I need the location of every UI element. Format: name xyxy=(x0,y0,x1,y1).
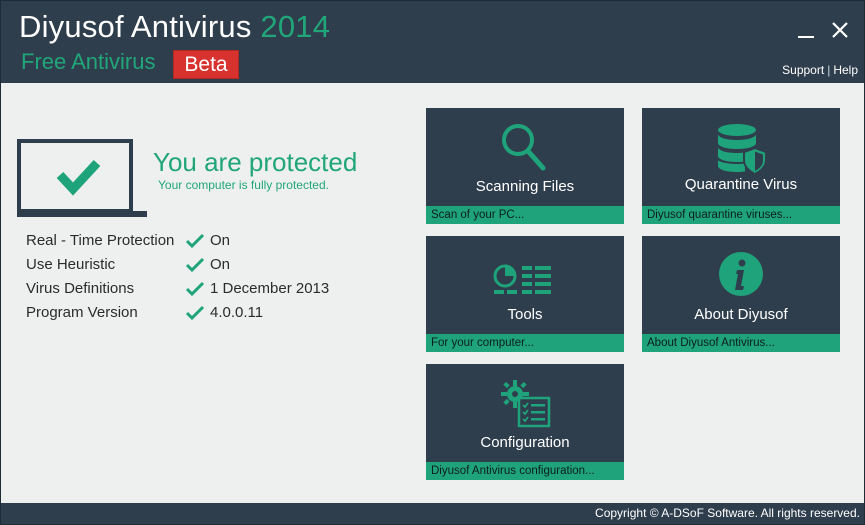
magnifier-icon xyxy=(502,124,546,171)
check-icon xyxy=(185,257,205,273)
tile-label: Scanning Files xyxy=(475,178,575,195)
check-icon xyxy=(185,305,205,321)
check-icon xyxy=(185,233,205,249)
tile-description: Diyusof Antivirus configuration... xyxy=(426,462,624,480)
info-row-heuristic: Use Heuristic On xyxy=(26,256,356,278)
tile-tools[interactable]: Tools For your computer... xyxy=(426,236,624,352)
database-shield-icon xyxy=(718,124,767,176)
link-separator: | xyxy=(827,63,831,77)
info-value: 1 December 2013 xyxy=(210,280,330,297)
info-row-realtime: Real - Time Protection On xyxy=(26,232,356,254)
copyright-text: Copyright © A-DSoF Software. All rights … xyxy=(595,506,860,520)
app-name: Diyusof Antivirus xyxy=(19,9,252,44)
footer-bar: Copyright © A-DSoF Software. All rights … xyxy=(1,503,864,524)
info-icon xyxy=(719,252,763,296)
header-links: Support | Help xyxy=(782,63,858,77)
tile-description: Diyusof quarantine viruses... xyxy=(642,206,840,224)
tile-label: About Diyusof xyxy=(694,306,788,323)
tile-description: For your computer... xyxy=(426,334,624,352)
tile-label: Tools xyxy=(507,306,543,323)
tile-about-diyusof[interactable]: About Diyusof About Diyusof Antivirus... xyxy=(642,236,840,352)
check-icon xyxy=(185,281,205,297)
info-value: 4.0.0.11 xyxy=(210,304,264,321)
tile-quarantine-virus[interactable]: Quarantine Virus Diyusof quarantine viru… xyxy=(642,108,840,224)
close-button[interactable] xyxy=(825,15,855,45)
laptop-check-icon xyxy=(17,139,147,217)
minimize-icon xyxy=(798,36,814,38)
info-row-definitions: Virus Definitions 1 December 2013 xyxy=(26,280,356,302)
app-window: Diyusof Antivirus 2014 Free Antivirus Be… xyxy=(0,0,865,525)
support-link[interactable]: Support xyxy=(782,63,824,77)
info-value: On xyxy=(210,256,231,273)
tile-description: About Diyusof Antivirus... xyxy=(642,334,840,352)
status-title: You are protected xyxy=(153,147,358,177)
info-label: Virus Definitions xyxy=(26,280,135,297)
minimize-button[interactable] xyxy=(791,15,821,45)
tile-label: Quarantine Virus xyxy=(684,176,798,193)
gear-checklist-icon xyxy=(501,380,551,428)
tile-configuration[interactable]: Configuration Diyusof Antivirus configur… xyxy=(426,364,624,480)
title-bar: Diyusof Antivirus 2014 Free Antivirus Be… xyxy=(1,1,864,83)
app-title: Diyusof Antivirus 2014 xyxy=(19,9,330,45)
info-label: Real - Time Protection xyxy=(26,232,175,249)
tile-description: Scan of your PC... xyxy=(426,206,624,224)
info-label: Use Heuristic xyxy=(26,256,116,273)
info-row-version: Program Version 4.0.0.11 xyxy=(26,304,356,326)
tile-scanning-files[interactable]: Scanning Files Scan of your PC... xyxy=(426,108,624,224)
close-icon xyxy=(832,22,848,38)
info-label: Program Version xyxy=(26,304,138,321)
info-value: On xyxy=(210,232,231,249)
help-link[interactable]: Help xyxy=(833,63,858,77)
status-subtitle: Your computer is fully protected. xyxy=(158,178,329,192)
edition-label: Free Antivirus xyxy=(21,49,156,74)
tile-label: Configuration xyxy=(480,434,570,451)
app-year: 2014 xyxy=(260,9,331,44)
beta-badge: Beta xyxy=(173,50,239,79)
tools-chart-icon xyxy=(493,264,551,294)
